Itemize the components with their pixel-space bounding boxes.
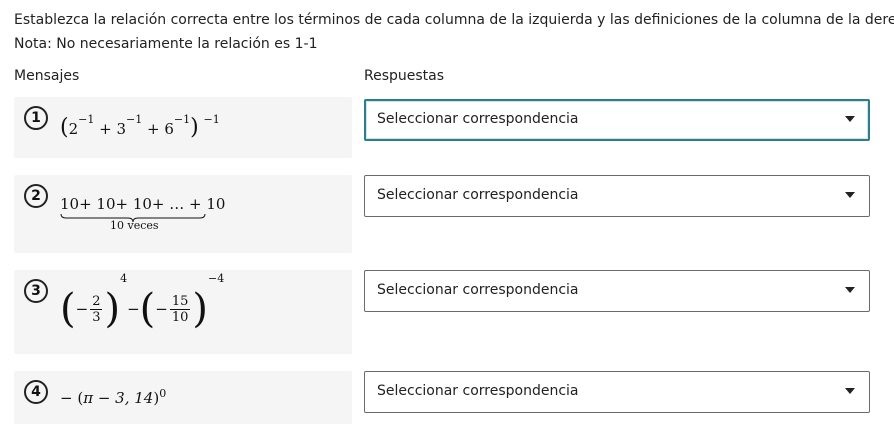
math-expression-1: (2−1 + 3−1 + 6−1) −1 [60,113,220,140]
message-card-4: 4 − (π − 3, 14)0 [14,371,352,424]
instruction-line-1: Establezca la relación correcta entre lo… [14,12,894,28]
answer-select-1[interactable]: Seleccionar correspondencia [364,99,870,141]
underbrace-label: 10 veces [110,219,159,232]
message-card-1: 1 (2−1 + 3−1 + 6−1) −1 [14,97,352,158]
item-number-1: 1 [24,106,48,130]
instruction-line-2: Nota: No necesariamente la relación es 1… [14,36,318,52]
chevron-down-icon [845,192,855,198]
chevron-down-icon [845,287,855,293]
answer-select-2[interactable]: Seleccionar correspondencia [364,175,870,217]
answer-select-2-value: Seleccionar correspondencia [377,187,579,203]
item-number-4: 4 [24,380,48,404]
answer-select-3[interactable]: Seleccionar correspondencia [364,270,870,312]
answer-select-4-value: Seleccionar correspondencia [377,383,579,399]
column-header-mensajes: Mensajes [14,68,80,84]
math-expression-4: − (π − 3, 14)0 [60,387,167,407]
item-number-3: 3 [24,279,48,303]
message-card-3: 3 (− 2 3)4−(− 15 10)−4 [14,270,352,354]
message-card-2: 2 10+ 10+ 10+ … + 10 10 veces [14,175,352,253]
answer-select-4[interactable]: Seleccionar correspondencia [364,371,870,413]
answer-select-3-value: Seleccionar correspondencia [377,282,579,298]
chevron-down-icon [845,116,855,122]
math-expression-3: (− 2 3)4−(− 15 10)−4 [60,272,225,332]
answer-select-1-value: Seleccionar correspondencia [377,111,579,127]
chevron-down-icon [845,388,855,394]
math-expression-2: 10+ 10+ 10+ … + 10 [60,195,226,213]
column-header-respuestas: Respuestas [364,68,445,84]
item-number-2: 2 [24,184,48,208]
